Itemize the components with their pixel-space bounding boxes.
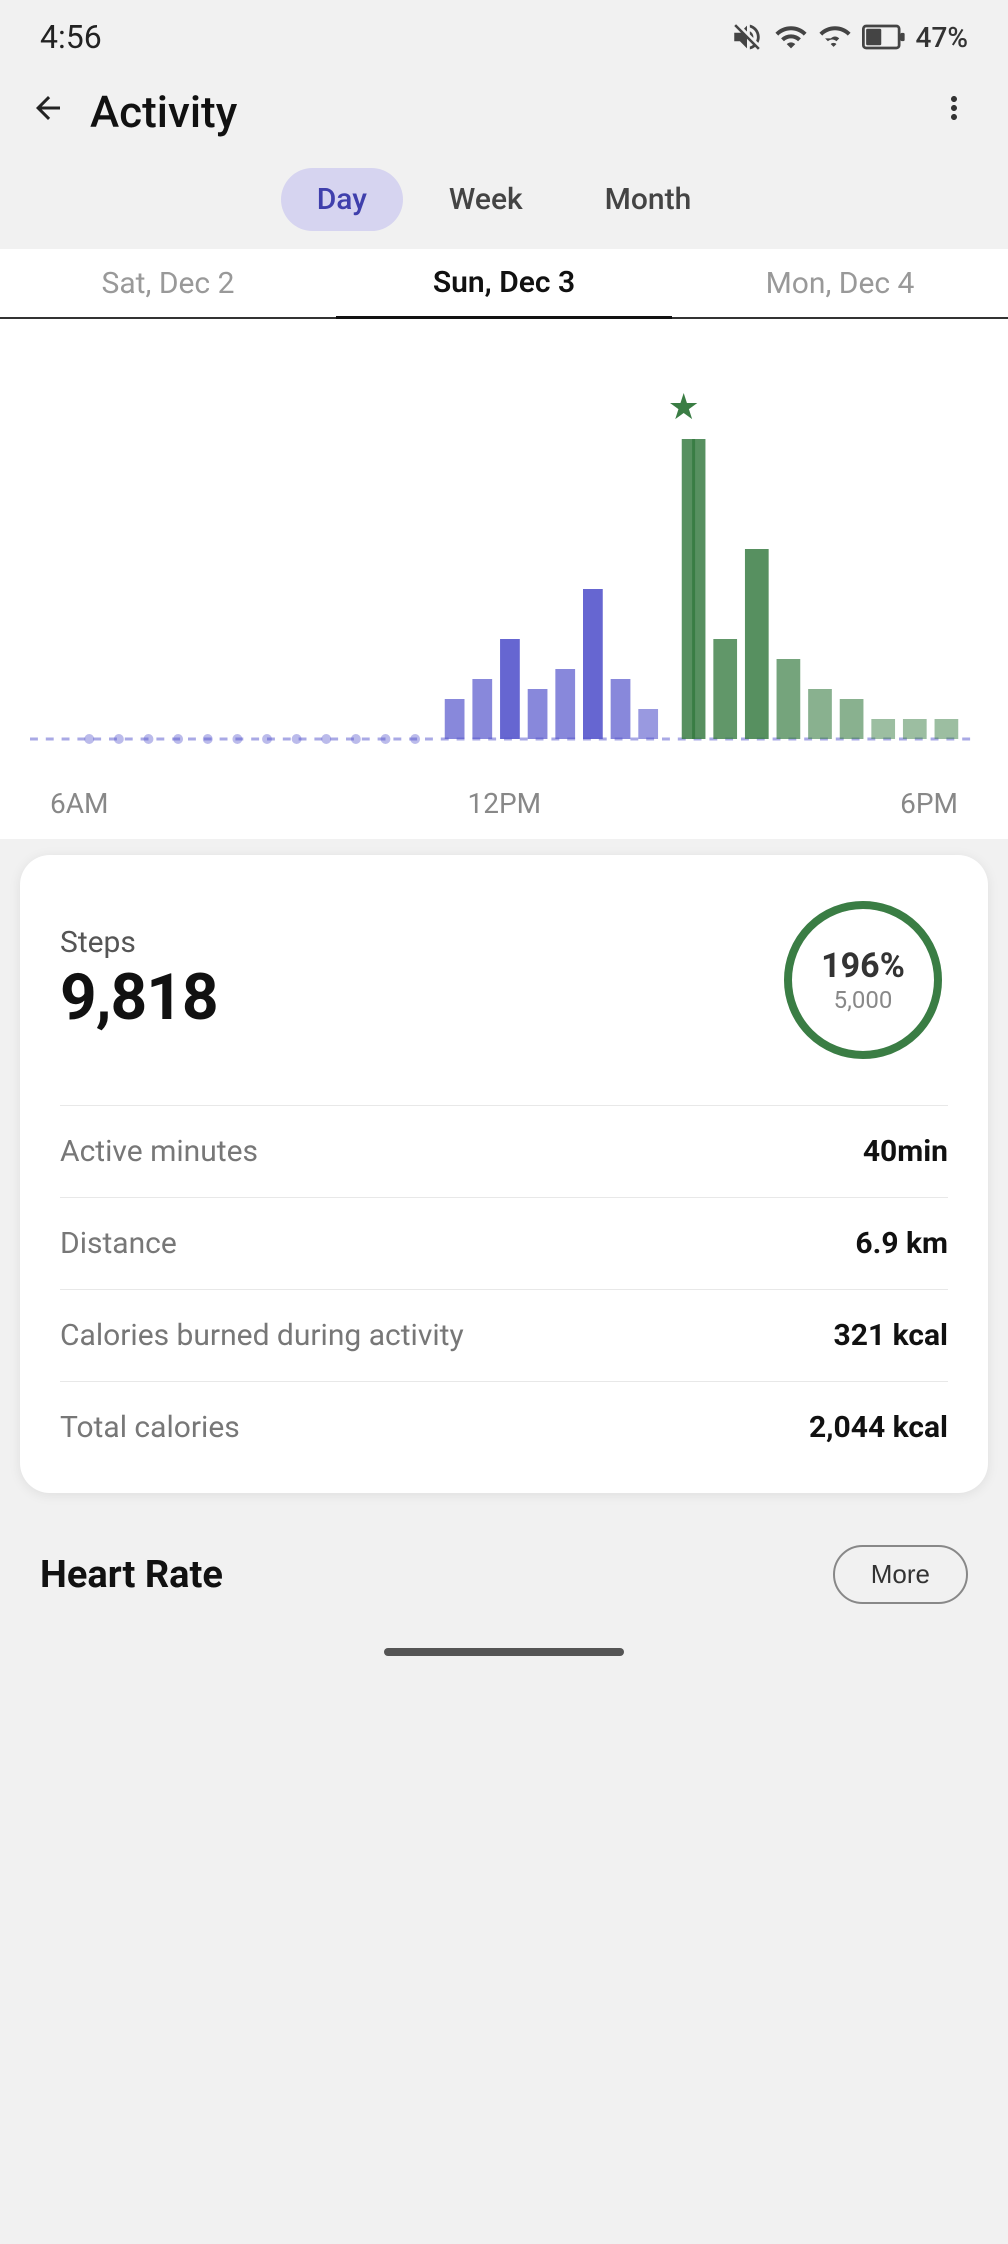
chart-area: ★ 6AM 12PM 6PM [0,319,1008,839]
tab-day[interactable]: Day [281,168,403,231]
stat-row-active-minutes: Active minutes 40min [60,1105,948,1197]
x-label-6am: 6AM [50,787,108,820]
date-nav: Sat, Dec 2 Sun, Dec 3 Mon, Dec 4 [0,249,1008,319]
tab-bar: Day Week Month [0,158,1008,249]
stat-row-calories-activity: Calories burned during activity 321 kcal [60,1289,948,1381]
app-title: Activity [90,86,237,138]
back-button[interactable] [30,90,66,135]
stat-label-total-calories: Total calories [60,1410,240,1445]
mute-icon [730,20,764,54]
status-bar: 4:56 47% [0,0,1008,66]
battery-icon [862,20,906,54]
battery-percent: 47% [916,21,968,54]
chart-svg: ★ [30,349,978,779]
app-bar-left: Activity [30,86,237,138]
more-button-heart-rate[interactable]: More [833,1545,968,1604]
tab-month[interactable]: Month [569,168,728,231]
stat-value-calories-activity: 321 kcal [834,1318,948,1353]
x-label-6pm: 6PM [900,787,958,820]
heart-rate-title: Heart Rate [40,1553,223,1597]
steps-value: 9,818 [60,960,218,1035]
stat-row-distance: Distance 6.9 km [60,1197,948,1289]
stat-label-calories-activity: Calories burned during activity [60,1318,464,1353]
chart-x-labels: 6AM 12PM 6PM [30,779,978,820]
signal-icon [818,20,852,54]
date-prev[interactable]: Sat, Dec 2 [0,256,336,317]
stat-value-distance: 6.9 km [855,1226,948,1261]
stat-value-total-calories: 2,044 kcal [809,1410,948,1445]
x-label-12pm: 12PM [468,787,542,820]
stat-label-distance: Distance [60,1226,177,1261]
steps-info: Steps 9,818 [60,925,218,1035]
status-icons: 47% [730,20,968,54]
progress-circle: 196% 5,000 [778,895,948,1065]
stat-value-active-minutes: 40min [863,1134,948,1169]
steps-label: Steps [60,925,218,960]
date-current[interactable]: Sun, Dec 3 [336,255,672,319]
status-time: 4:56 [40,18,102,56]
stat-row-total-calories: Total calories 2,044 kcal [60,1381,948,1473]
home-indicator [384,1648,624,1656]
tab-week[interactable]: Week [413,168,559,231]
more-button[interactable] [936,89,972,136]
progress-goal: 5,000 [821,986,905,1014]
wifi-icon [774,20,808,54]
date-next[interactable]: Mon, Dec 4 [672,256,1008,317]
progress-percent: 196% [821,946,905,986]
heart-rate-section: Heart Rate More [0,1509,1008,1628]
stats-card: Steps 9,818 196% 5,000 Active minutes 40… [20,855,988,1493]
steps-row: Steps 9,818 196% 5,000 [60,895,948,1065]
svg-text:★: ★ [668,386,700,428]
progress-circle-text: 196% 5,000 [821,946,905,1014]
stat-label-active-minutes: Active minutes [60,1134,258,1169]
app-bar: Activity [0,66,1008,158]
